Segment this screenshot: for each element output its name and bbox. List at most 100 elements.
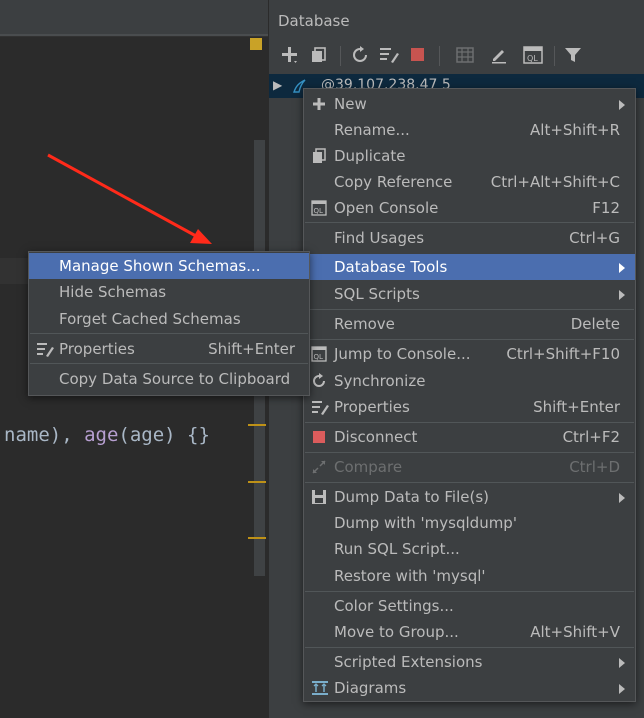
menu-item-jump-to-console[interactable]: QL Jump to Console... Ctrl+Shift+F10 <box>304 341 635 367</box>
menu-item-label: Compare <box>334 458 403 476</box>
menu-item-label: SQL Scripts <box>334 285 420 303</box>
diagram-icon <box>311 680 328 696</box>
console-icon: QL <box>311 200 327 216</box>
menu-item-open-console[interactable]: QL Open Console F12 <box>304 195 635 221</box>
menu-separator <box>305 339 634 340</box>
menu-item-shortcut: Alt+Shift+V <box>530 623 620 641</box>
menu-item-label: Run SQL Script... <box>334 540 460 558</box>
menu-item-manage-shown-schemas[interactable]: Manage Shown Schemas... <box>29 253 309 279</box>
menu-item-shortcut: Ctrl+F2 <box>562 428 620 446</box>
console-icon[interactable]: QL <box>521 43 545 67</box>
menu-item-label: Database Tools <box>334 258 448 276</box>
stop-icon <box>311 429 327 445</box>
edit-icon[interactable] <box>487 43 511 67</box>
menu-item-shortcut: Shift+Enter <box>208 340 295 358</box>
menu-item-remove[interactable]: Remove Delete <box>304 311 635 337</box>
database-toolbar: QL <box>269 40 644 72</box>
menu-item-shortcut: F12 <box>592 199 620 217</box>
code-text: name), <box>4 424 85 446</box>
duplicate-icon[interactable] <box>307 43 331 67</box>
add-icon[interactable] <box>278 43 302 67</box>
menu-item-shortcut: Ctrl+G <box>569 229 620 247</box>
menu-item-run-sql-script[interactable]: Run SQL Script... <box>304 536 635 562</box>
menu-item-label: Dump with 'mysqldump' <box>334 514 517 532</box>
menu-item-database-tools[interactable]: Database Tools <box>304 254 635 280</box>
menu-item-properties[interactable]: Properties Shift+Enter <box>29 336 309 362</box>
menu-item-restore-mysql[interactable]: Restore with 'mysql' <box>304 563 635 589</box>
menu-separator <box>305 422 634 423</box>
menu-item-label: Disconnect <box>334 428 418 446</box>
menu-item-copy-reference[interactable]: Copy Reference Ctrl+Alt+Shift+C <box>304 169 635 195</box>
code-text: (age) {} <box>118 424 210 446</box>
menu-item-label: New <box>334 95 367 113</box>
submenu-arrow-icon <box>619 658 625 668</box>
menu-item-shortcut: Shift+Enter <box>533 398 620 416</box>
menu-item-synchronize[interactable]: Synchronize <box>304 368 635 394</box>
menu-item-diagrams[interactable]: Diagrams <box>304 675 635 701</box>
menu-item-shortcut: Alt+Shift+R <box>530 121 620 139</box>
menu-item-new[interactable]: New <box>304 91 635 117</box>
menu-item-move-to-group[interactable]: Move to Group... Alt+Shift+V <box>304 619 635 645</box>
menu-separator <box>305 591 634 592</box>
expand-arrow-icon[interactable]: ▶ <box>273 78 282 92</box>
toolbar-separator <box>340 46 341 66</box>
menu-item-properties[interactable]: Properties Shift+Enter <box>304 394 635 420</box>
submenu-arrow-icon <box>619 493 625 503</box>
menu-item-scripted-extensions[interactable]: Scripted Extensions <box>304 649 635 675</box>
menu-item-hide-schemas[interactable]: Hide Schemas <box>29 279 309 305</box>
menu-item-label: Find Usages <box>334 229 425 247</box>
menu-item-label: Copy Reference <box>334 173 453 191</box>
menu-item-find-usages[interactable]: Find Usages Ctrl+G <box>304 225 635 251</box>
refresh-icon <box>311 373 327 389</box>
menu-item-shortcut: Ctrl+Shift+F10 <box>506 345 620 363</box>
menu-separator <box>30 333 308 334</box>
refresh-icon[interactable] <box>348 43 372 67</box>
menu-item-sql-scripts[interactable]: SQL Scripts <box>304 281 635 307</box>
menu-item-shortcut: Delete <box>570 315 620 333</box>
menu-item-label: Move to Group... <box>334 623 459 641</box>
menu-item-label: Hide Schemas <box>59 283 167 301</box>
compare-icon <box>311 459 327 475</box>
editor-tab-strip <box>0 0 268 37</box>
table-icon[interactable] <box>453 43 477 67</box>
properties-icon <box>311 399 329 415</box>
submenu-arrow-icon <box>619 684 625 694</box>
menu-item-label: Jump to Console... <box>334 345 471 363</box>
duplicate-icon <box>311 148 327 164</box>
toolbar-separator <box>554 46 555 66</box>
editor-tab-underline <box>0 34 268 36</box>
menu-item-forget-cached-schemas[interactable]: Forget Cached Schemas <box>29 306 309 332</box>
menu-item-label: Copy Data Source to Clipboard <box>59 370 291 388</box>
menu-item-color-settings[interactable]: Color Settings... <box>304 593 635 619</box>
menu-separator <box>30 363 308 364</box>
svg-text:QL: QL <box>527 54 538 63</box>
console-icon: QL <box>311 346 327 362</box>
menu-item-label: Rename... <box>334 121 410 139</box>
stop-icon[interactable] <box>406 43 430 67</box>
menu-separator <box>305 222 634 223</box>
gutter-mark[interactable] <box>248 481 266 483</box>
properties-icon[interactable] <box>377 43 401 67</box>
menu-item-dump-data[interactable]: Dump Data to File(s) <box>304 484 635 510</box>
menu-item-label: Scripted Extensions <box>334 653 483 671</box>
menu-item-label: Properties <box>59 340 135 358</box>
toolbar-separator <box>439 46 440 66</box>
menu-item-label: Synchronize <box>334 372 426 390</box>
submenu-arrow-icon <box>619 290 625 300</box>
menu-item-rename[interactable]: Rename... Alt+Shift+R <box>304 117 635 143</box>
filter-icon[interactable] <box>561 43 585 67</box>
code-line: name), age(age) {} <box>4 424 210 446</box>
gutter-mark[interactable] <box>248 537 266 539</box>
menu-item-duplicate[interactable]: Duplicate <box>304 143 635 169</box>
inspection-warning-marker[interactable] <box>250 38 262 50</box>
menu-item-compare[interactable]: Compare Ctrl+D <box>304 454 635 480</box>
menu-item-copy-data-source[interactable]: Copy Data Source to Clipboard <box>29 366 309 392</box>
gutter-mark[interactable] <box>248 424 266 426</box>
menu-item-dump-mysqldump[interactable]: Dump with 'mysqldump' <box>304 510 635 536</box>
menu-item-shortcut: Ctrl+D <box>569 458 620 476</box>
menu-separator <box>305 452 634 453</box>
panel-title: Database <box>278 12 350 30</box>
menu-item-label: Open Console <box>334 199 439 217</box>
menu-item-disconnect[interactable]: Disconnect Ctrl+F2 <box>304 424 635 450</box>
menu-item-label: Restore with 'mysql' <box>334 567 486 585</box>
